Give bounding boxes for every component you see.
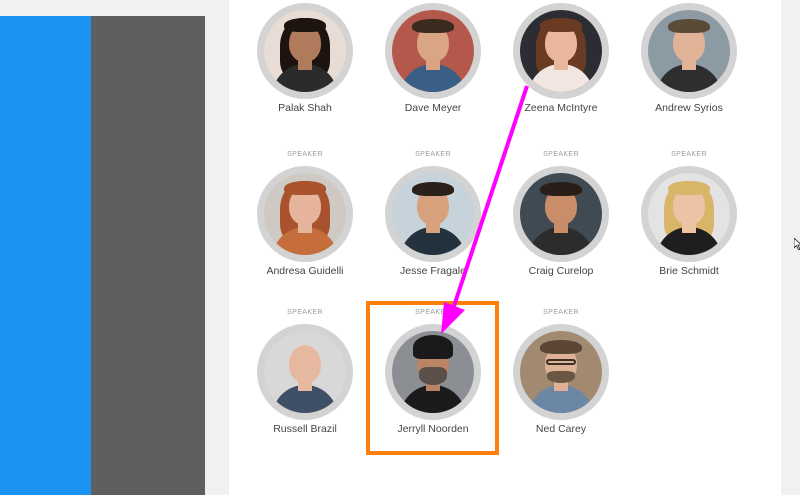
mouse-cursor-icon [794,238,800,250]
annotation-arrow [441,85,529,334]
arrow-line [450,85,529,313]
arrow-head [441,302,465,334]
